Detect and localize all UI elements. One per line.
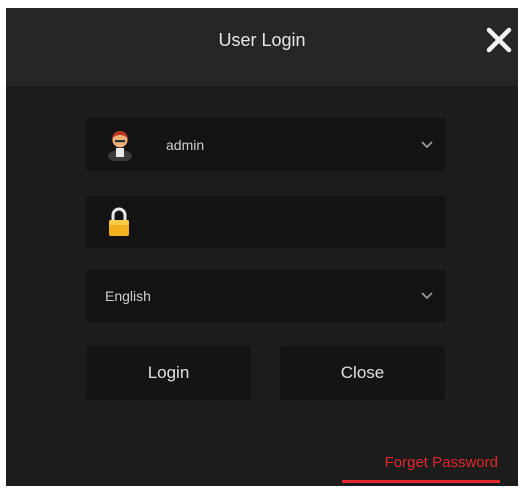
chevron-down-icon[interactable]: [421, 292, 433, 300]
close-button[interactable]: Close: [280, 346, 445, 400]
lock-icon: [109, 207, 129, 236]
title-bar: User Login: [6, 8, 518, 86]
forget-password-link[interactable]: Forget Password: [385, 454, 498, 471]
close-icon[interactable]: [486, 27, 512, 53]
language-value: English: [105, 288, 151, 304]
username-select[interactable]: admin: [86, 118, 446, 171]
username-value: admin: [166, 136, 205, 153]
dialog-title: User Login: [218, 30, 306, 50]
login-button[interactable]: Login: [86, 346, 251, 400]
user-login-dialog: User Login admin English Login Close For…: [6, 8, 518, 486]
user-avatar-icon: [108, 131, 132, 161]
language-select[interactable]: English: [86, 270, 446, 322]
password-field[interactable]: [86, 196, 446, 248]
forget-password-underline: [342, 480, 500, 483]
chevron-down-icon[interactable]: [421, 140, 433, 149]
